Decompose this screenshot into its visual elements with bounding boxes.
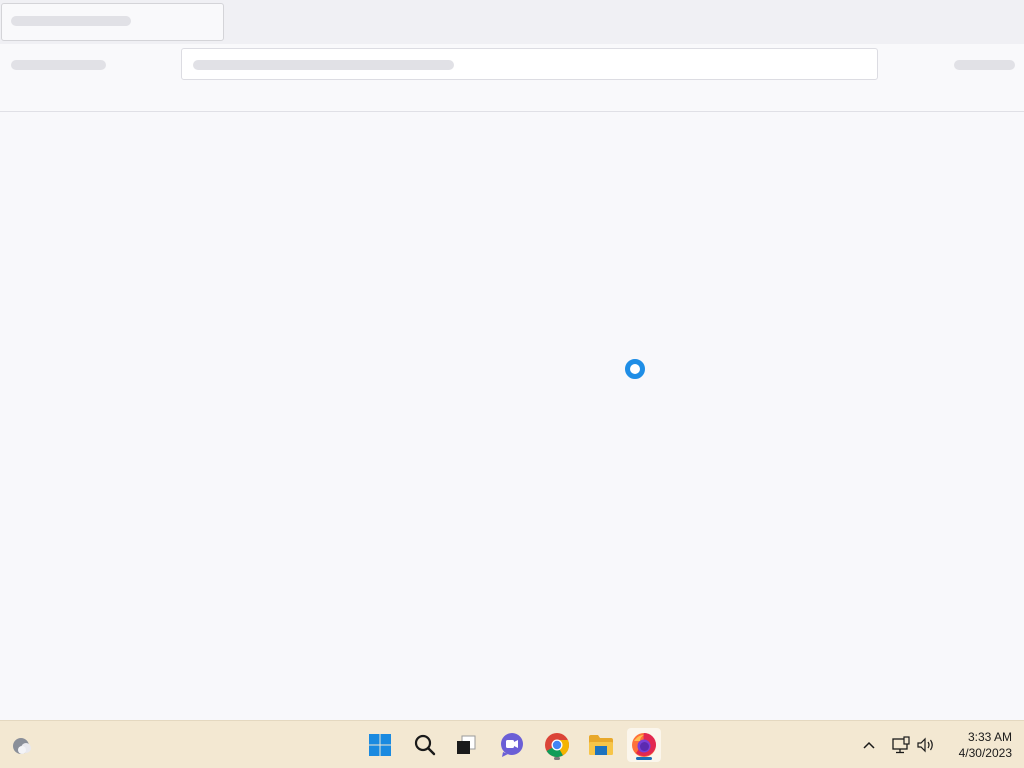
taskbar: 3:33 AM 4/30/2023 (0, 720, 1024, 768)
network-icon (892, 736, 910, 754)
search-icon (414, 734, 436, 756)
volume-button[interactable] (914, 731, 938, 759)
address-bar[interactable] (181, 48, 878, 80)
browser-tab-loading[interactable] (1, 3, 224, 41)
address-bar-placeholder (193, 60, 454, 70)
weather-icon (13, 738, 31, 754)
windows-start-icon (369, 734, 391, 756)
clock-date: 4/30/2023 (958, 746, 1012, 760)
navigation-toolbar (0, 44, 1024, 112)
chat-icon (501, 733, 523, 757)
tab-strip (0, 0, 1024, 44)
show-hidden-icons-button[interactable] (858, 731, 880, 759)
nav-buttons-placeholder (11, 60, 106, 70)
tab-title-placeholder (11, 16, 131, 26)
start-button[interactable] (363, 728, 397, 762)
weather-widget[interactable] (6, 728, 40, 762)
chevron-up-icon (863, 741, 875, 749)
chrome-icon (545, 733, 570, 758)
page-content (0, 113, 1024, 720)
firefox-button[interactable] (627, 728, 661, 762)
running-indicator (554, 757, 560, 760)
chrome-button[interactable] (540, 728, 574, 762)
chat-button[interactable] (495, 728, 529, 762)
task-view-icon (457, 735, 476, 754)
active-app-indicator (636, 757, 652, 760)
folder-icon (589, 735, 613, 755)
loading-spinner-icon (625, 359, 645, 379)
speaker-icon (917, 737, 933, 753)
search-button[interactable] (408, 728, 442, 762)
firefox-icon (632, 733, 656, 757)
taskbar-clock[interactable]: 3:33 AM 4/30/2023 (944, 729, 1012, 761)
network-button[interactable] (889, 731, 913, 759)
clock-time: 3:33 AM (967, 730, 1012, 744)
file-explorer-button[interactable] (584, 728, 618, 762)
toolbar-actions-placeholder (954, 60, 1015, 70)
task-view-button[interactable] (449, 728, 483, 762)
